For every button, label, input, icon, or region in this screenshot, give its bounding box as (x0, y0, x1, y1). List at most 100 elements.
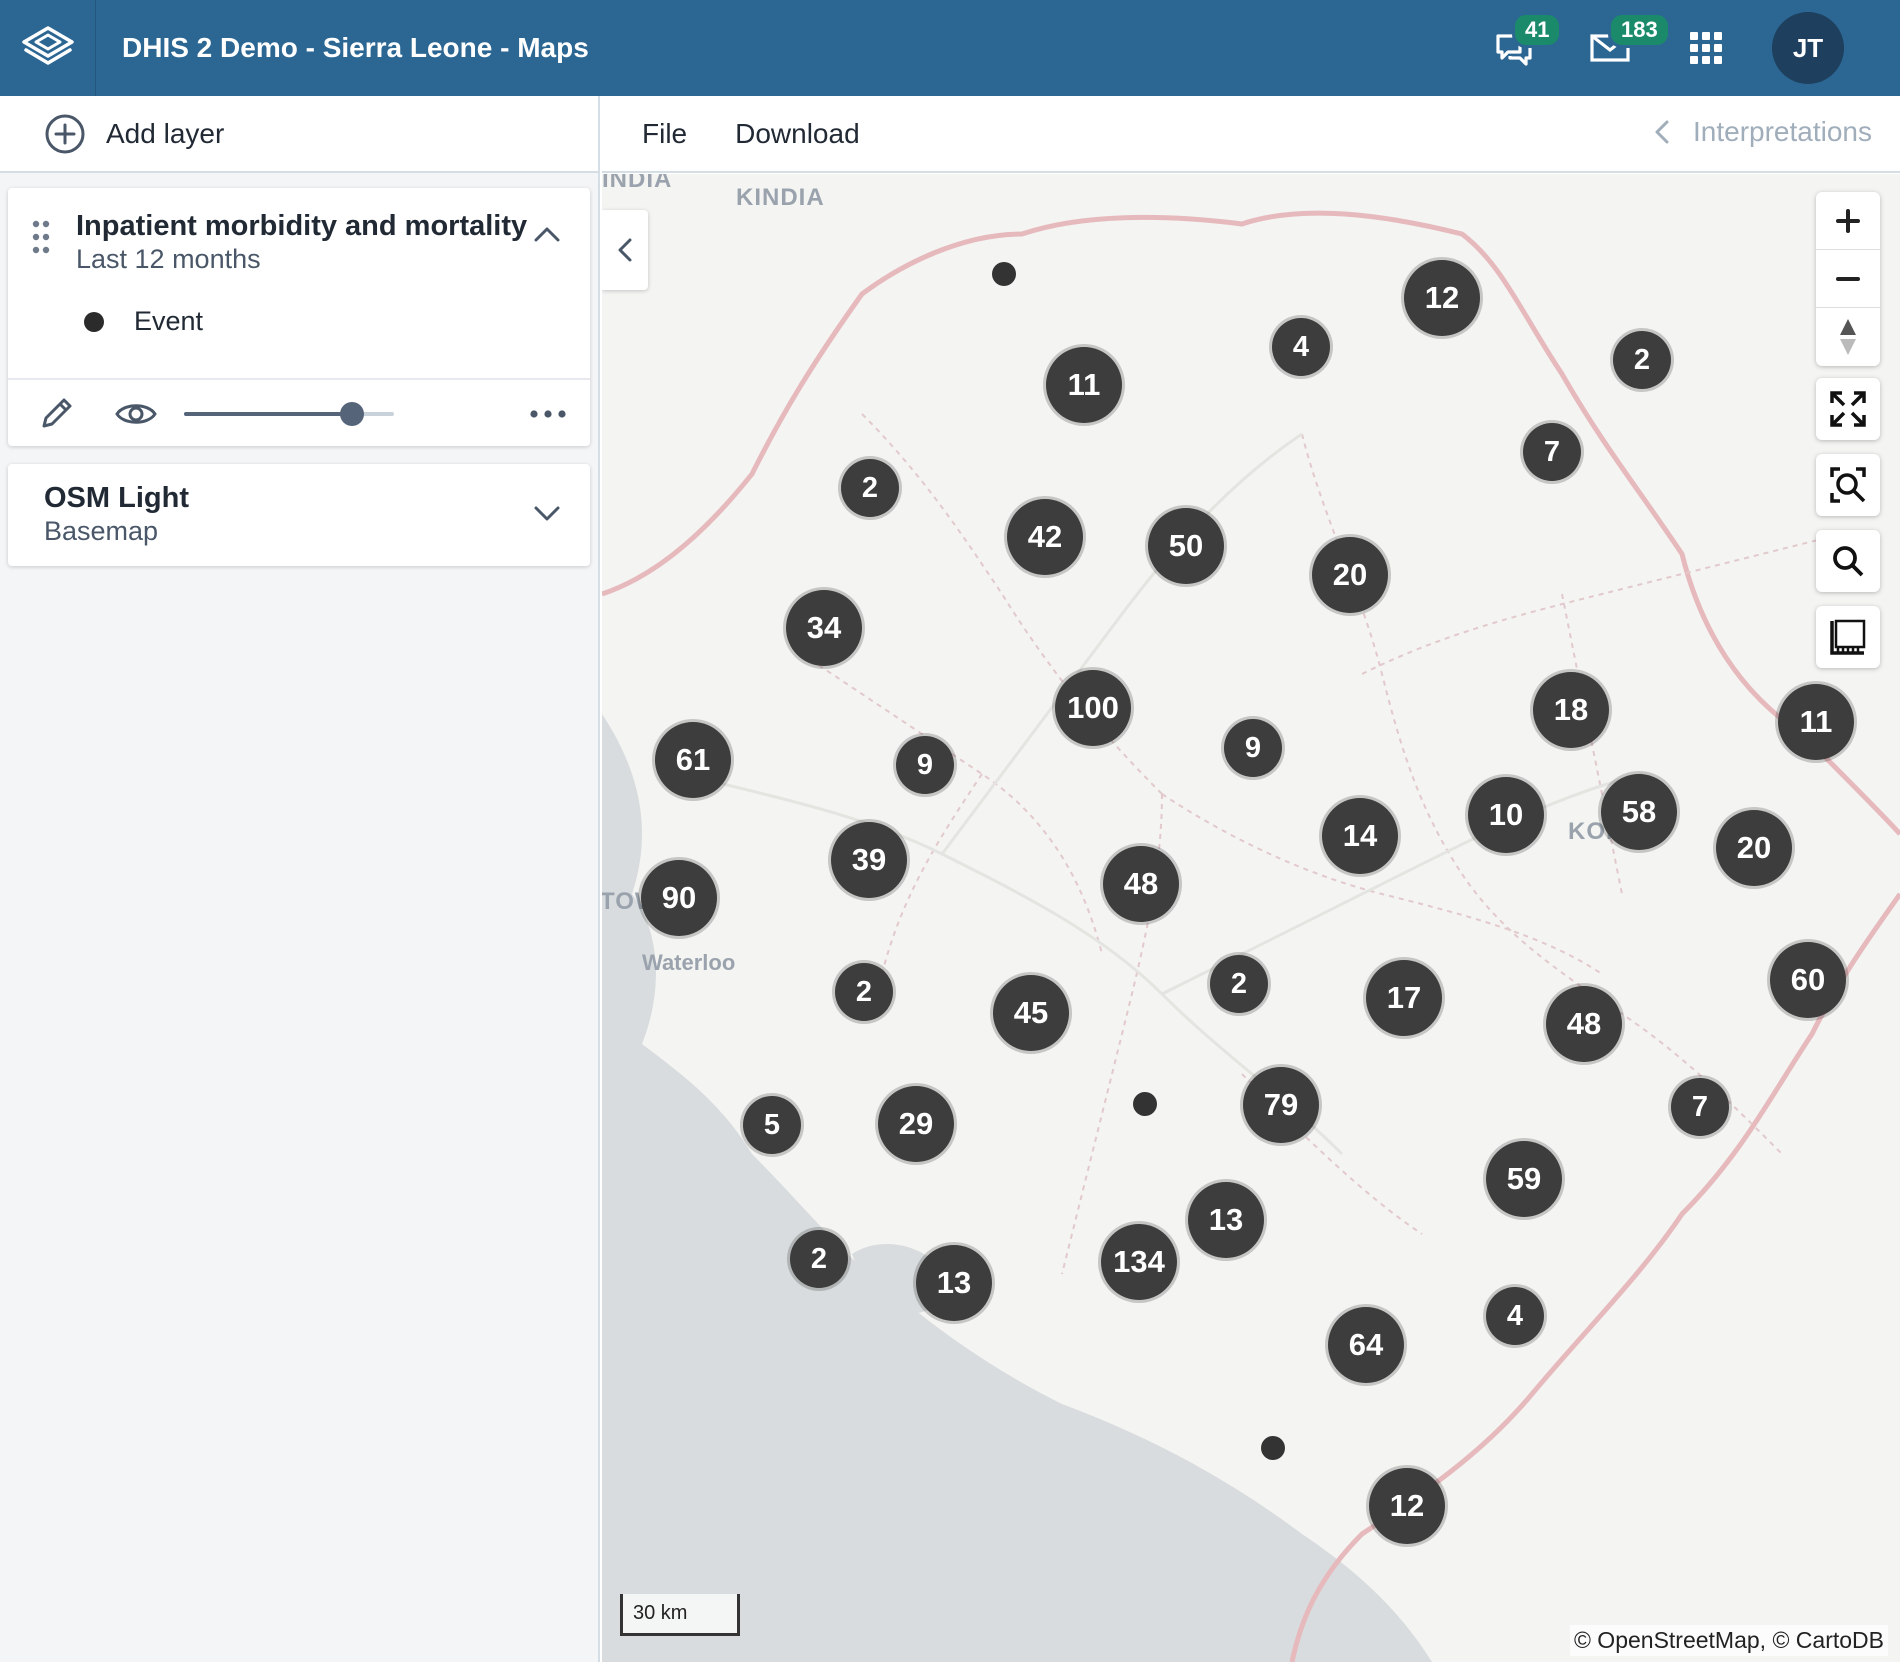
event-cluster[interactable]: 29 (878, 1086, 954, 1162)
more-options-icon[interactable] (528, 400, 568, 428)
event-cluster[interactable]: 9 (1224, 719, 1282, 777)
chevron-left-icon (618, 238, 632, 262)
chevron-left-icon (1655, 120, 1669, 144)
opacity-slider[interactable] (184, 402, 394, 426)
app-title: DHIS 2 Demo - Sierra Leone - Maps (122, 32, 589, 63)
event-cluster[interactable]: 7 (1671, 1078, 1729, 1136)
app-header: DHIS 2 Demo - Sierra Leone - Maps 41 183… (0, 0, 1900, 96)
event-cluster[interactable]: 64 (1328, 1307, 1404, 1383)
event-cluster[interactable]: 11 (1046, 347, 1122, 423)
event-cluster[interactable]: 2 (835, 963, 893, 1021)
fullscreen-button[interactable] (1816, 378, 1880, 440)
event-cluster[interactable]: 12 (1369, 1468, 1445, 1544)
event-cluster[interactable]: 4 (1486, 1287, 1544, 1345)
event-cluster[interactable]: 50 (1148, 508, 1224, 584)
event-dot-icon (84, 311, 104, 332)
user-avatar[interactable]: JT (1772, 12, 1844, 84)
event-cluster[interactable]: 42 (1007, 499, 1083, 575)
zoom-out-button[interactable] (1816, 250, 1880, 308)
scale-bar: 30 km (620, 1594, 740, 1636)
compass-icon (1840, 319, 1856, 355)
event-cluster[interactable]: 2 (1210, 955, 1268, 1013)
dhis2-logo[interactable] (0, 0, 96, 96)
map-canvas[interactable]: INDIA KINDIA Waterloo KONO BO TOW 12 4 2… (602, 174, 1900, 1662)
chevron-up-icon[interactable] (532, 224, 562, 244)
event-cluster[interactable]: 60 (1770, 942, 1846, 1018)
event-cluster[interactable]: 10 (1468, 777, 1544, 853)
event-cluster[interactable]: 2 (790, 1230, 848, 1288)
event-cluster[interactable]: 58 (1601, 774, 1677, 850)
drag-handle-icon[interactable] (32, 220, 50, 254)
opacity-slider-fill (184, 412, 352, 416)
event-cluster[interactable]: 61 (655, 722, 731, 798)
edit-pencil-icon[interactable] (36, 394, 76, 434)
minus-icon (1836, 276, 1860, 281)
layer-toolbar (8, 378, 590, 446)
basemap-name: OSM Light (44, 482, 189, 514)
basemap-type: Basemap (44, 516, 159, 546)
measure-button[interactable] (1816, 606, 1880, 668)
fit-bounds-button[interactable] (1816, 454, 1880, 516)
add-layer-button[interactable]: Add layer (0, 96, 598, 173)
zoom-controls (1816, 192, 1880, 366)
event-cluster[interactable]: 39 (831, 822, 907, 898)
event-cluster[interactable]: 12 (1404, 260, 1480, 336)
event-cluster[interactable]: 59 (1486, 1141, 1562, 1217)
event-cluster[interactable]: 100 (1055, 670, 1131, 746)
add-layer-label: Add layer (106, 117, 225, 149)
plus-icon (1836, 208, 1860, 233)
event-cluster[interactable]: 2 (1613, 331, 1671, 389)
interpretations-toggle[interactable]: Interpretations (1653, 116, 1872, 148)
event-cluster[interactable]: 45 (993, 975, 1069, 1051)
event-cluster[interactable]: 11 (1778, 684, 1854, 760)
layer-card-basemap[interactable]: OSM Light Basemap (8, 464, 590, 566)
map-label-india: INDIA (602, 174, 673, 193)
apps-menu-button[interactable] (1676, 18, 1736, 78)
event-cluster[interactable]: 13 (916, 1245, 992, 1321)
event-cluster[interactable]: 134 (1101, 1224, 1177, 1300)
fullscreen-icon (1830, 391, 1866, 427)
event-cluster[interactable]: 13 (1188, 1182, 1264, 1258)
chevron-down-icon[interactable] (532, 504, 562, 524)
file-menu[interactable]: File (642, 118, 687, 150)
event-cluster[interactable]: 48 (1546, 986, 1622, 1062)
ruler-icon (1830, 619, 1866, 655)
interpretations-count-badge: 41 (1512, 12, 1563, 48)
messages-count-badge: 183 (1608, 12, 1671, 48)
event-cluster[interactable]: 34 (786, 590, 862, 666)
visibility-eye-icon[interactable] (114, 398, 158, 430)
map-label-kindia: KINDIA (736, 184, 825, 211)
apps-grid-icon (1690, 32, 1722, 64)
event-cluster[interactable]: 20 (1716, 810, 1792, 886)
event-cluster[interactable]: 9 (896, 736, 954, 794)
dhis2-logo-icon (21, 26, 74, 65)
event-cluster[interactable]: 20 (1312, 537, 1388, 613)
interpretations-button[interactable]: 41 (1484, 12, 1563, 78)
reset-bearing-button[interactable] (1816, 308, 1880, 366)
layer-name: Inpatient morbidity and mortality (76, 210, 528, 242)
add-circle-icon (45, 114, 85, 153)
event-point[interactable] (1261, 1436, 1285, 1460)
event-cluster[interactable]: 7 (1523, 423, 1581, 481)
search-button[interactable] (1816, 530, 1880, 592)
event-cluster[interactable]: 4 (1272, 318, 1330, 376)
layers-panel: Add layer Inpatient morbidity and mortal… (0, 96, 600, 1662)
event-cluster[interactable]: 17 (1366, 960, 1442, 1036)
event-cluster[interactable]: 90 (641, 860, 717, 936)
event-point[interactable] (1133, 1092, 1157, 1116)
event-cluster[interactable]: 2 (841, 459, 899, 517)
interpretations-label: Interpretations (1693, 116, 1872, 147)
opacity-slider-thumb[interactable] (340, 402, 364, 426)
collapse-panel-button[interactable] (602, 210, 648, 290)
map-attribution[interactable]: © OpenStreetMap, © CartoDB (1569, 1625, 1888, 1656)
event-cluster[interactable]: 48 (1103, 846, 1179, 922)
messages-button[interactable]: 183 (1580, 12, 1671, 78)
event-cluster[interactable]: 14 (1322, 798, 1398, 874)
layer-period: Last 12 months (76, 244, 261, 274)
event-cluster[interactable]: 79 (1243, 1067, 1319, 1143)
event-point[interactable] (992, 262, 1016, 286)
event-cluster[interactable]: 5 (743, 1096, 801, 1154)
event-cluster[interactable]: 18 (1533, 672, 1609, 748)
zoom-in-button[interactable] (1816, 192, 1880, 250)
download-menu[interactable]: Download (735, 118, 860, 150)
